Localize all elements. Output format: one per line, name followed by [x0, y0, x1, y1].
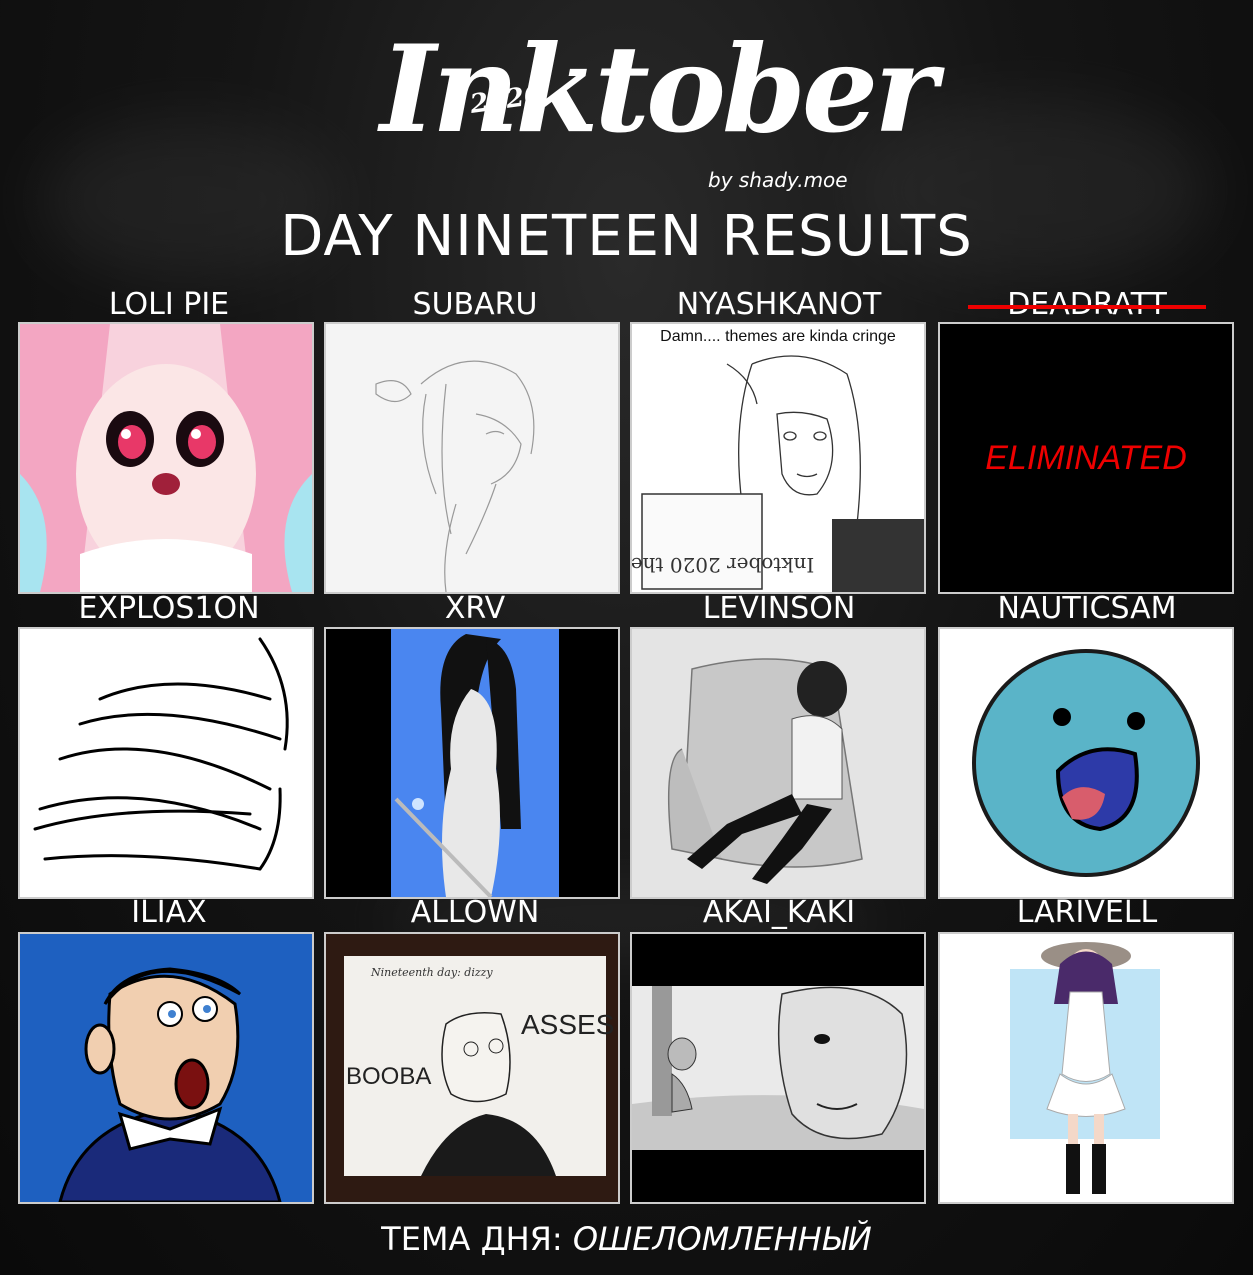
entry-name: NAUTICSAM [997, 591, 1177, 626]
artwork-image [940, 629, 1232, 897]
footer-theme: ТЕМА ДНЯ: ОШЕЛОМЛЕННЫЙ [0, 1220, 1253, 1258]
footer-theme-word: ОШЕЛОМЛЕННЫЙ [572, 1220, 872, 1258]
strikethrough-line [968, 305, 1206, 309]
artwork-image [632, 629, 924, 897]
entry-name: EXPLOS1ON [78, 591, 260, 626]
entry-name: SUBARU [412, 287, 538, 322]
artwork-subaru[interactable] [324, 322, 620, 594]
page-title: DAY NINETEEN RESULTS [280, 204, 973, 269]
artwork-image [326, 629, 618, 897]
artwork-levinson[interactable] [630, 627, 926, 899]
artwork-sign-text: Inktober 2020 themes [632, 553, 814, 577]
logo-byline: by shady.moe [708, 168, 848, 192]
artwork-larivell[interactable] [938, 932, 1234, 1204]
artwork-image [20, 324, 312, 592]
artwork-image [632, 934, 924, 1202]
artwork-note: Nineteenth day: dizzy [370, 966, 493, 979]
artwork-image [326, 324, 618, 592]
artwork-image: Damn.... themes are kinda cringe Inktobe… [632, 324, 924, 592]
header: Inktober 2020 by shady.moe DAY NINETEEN … [0, 0, 1253, 300]
artwork-iliax[interactable] [18, 932, 314, 1204]
entry-name: AKAI_KAKI [702, 895, 856, 930]
artwork-akai-kaki[interactable] [630, 932, 926, 1204]
entry-name: NYASHKANOT [676, 287, 882, 322]
artwork-nauticsam[interactable] [938, 627, 1234, 899]
entry-name: LARIVELL [1016, 895, 1158, 930]
artwork-word-asses: ASSES [521, 1009, 614, 1040]
artwork-explos1on[interactable] [18, 627, 314, 899]
artwork-deadratt-eliminated[interactable]: ELIMINATED [938, 322, 1234, 594]
artwork-nyashkanot[interactable]: Damn.... themes are kinda cringe Inktobe… [630, 322, 926, 594]
artwork-image [940, 934, 1232, 1202]
artwork-image [20, 934, 312, 1202]
artwork-allown[interactable]: Nineteenth day: dizzy ASSES BOOBA [324, 932, 620, 1204]
artwork-loli-pie[interactable] [18, 322, 314, 594]
footer-label: ТЕМА ДНЯ: [381, 1220, 573, 1258]
logo-wordmark: Inktober [380, 19, 937, 160]
eliminated-label: ELIMINATED [985, 439, 1187, 477]
entry-name: LOLI PIE [108, 287, 230, 322]
artwork-image: Nineteenth day: dizzy ASSES BOOBA [326, 934, 618, 1202]
entry-name: ILIAX [131, 895, 207, 930]
artwork-xrv[interactable] [324, 627, 620, 899]
artwork-caption: Damn.... themes are kinda cringe [660, 328, 896, 345]
artwork-word-booba: BOOBA [346, 1063, 431, 1090]
entry-name: XRV [444, 591, 506, 626]
artwork-image [20, 629, 312, 897]
entry-name: LEVINSON [702, 591, 856, 626]
entry-name: ALLOWN [410, 895, 540, 930]
